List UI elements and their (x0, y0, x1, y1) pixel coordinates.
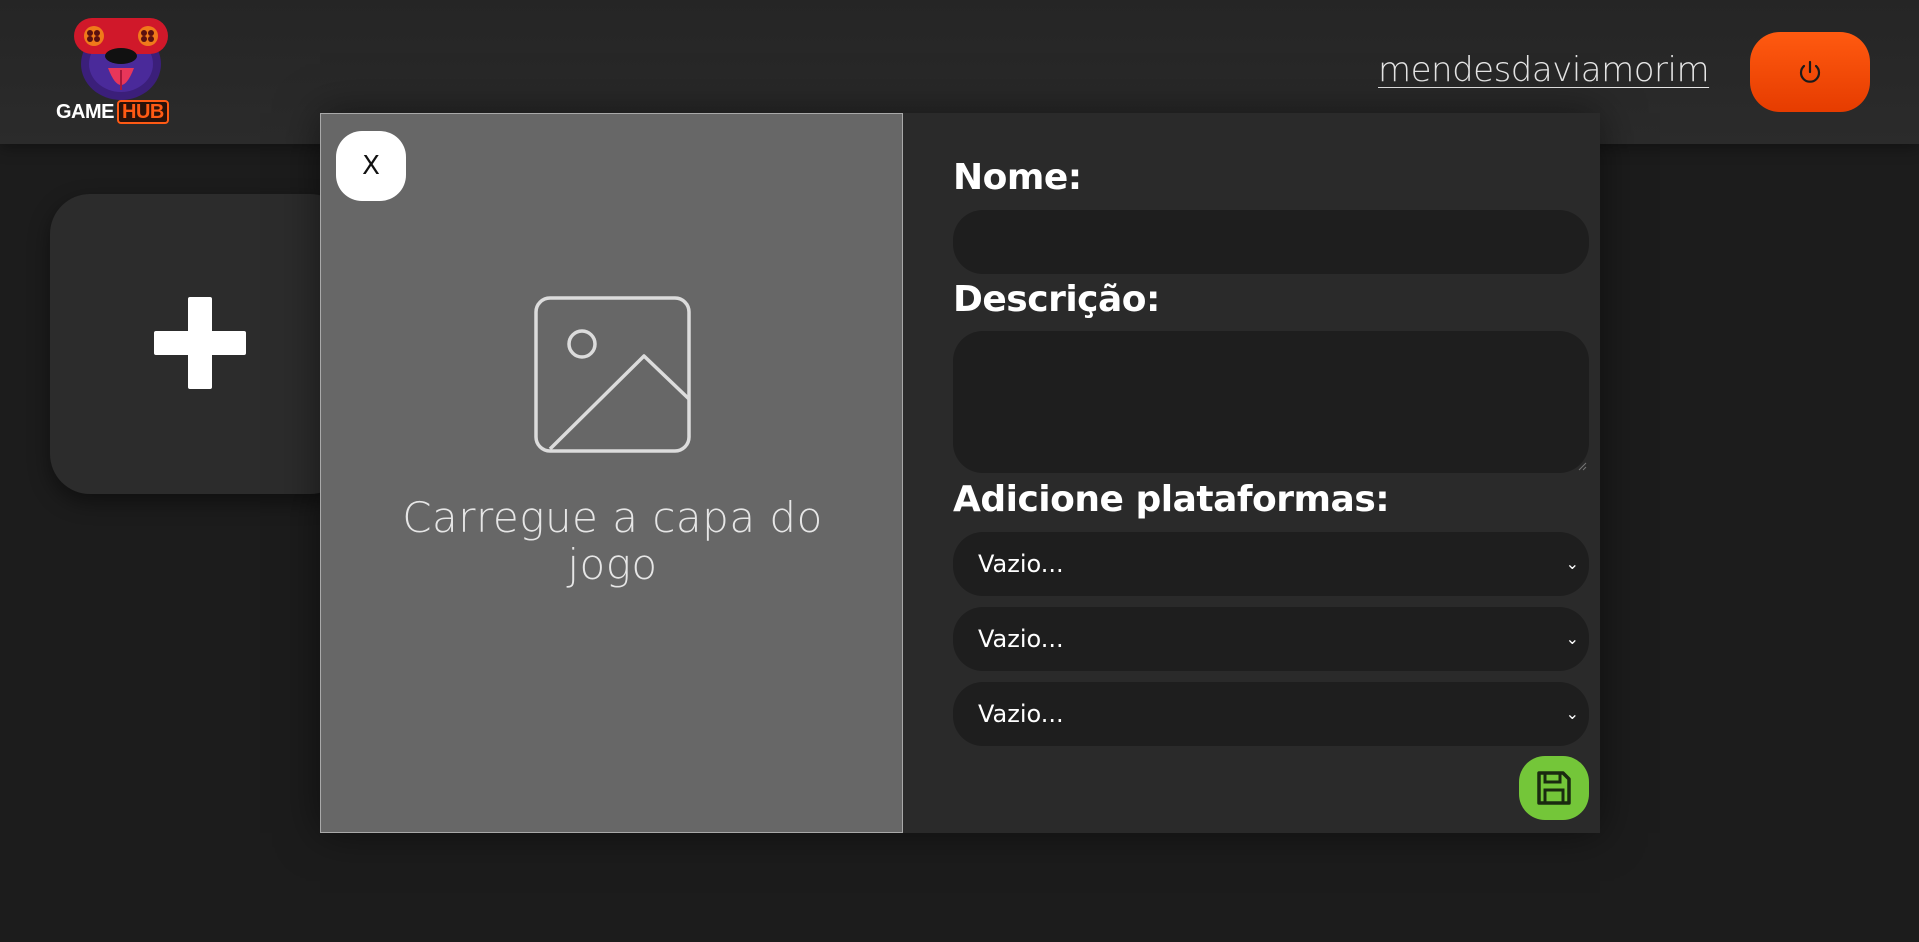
platform-select-2[interactable]: Vazio... ⌄ (953, 607, 1589, 671)
platform-select-value: Vazio... (978, 550, 1064, 578)
logo-wordmark: GAME HUB (56, 100, 169, 124)
name-input[interactable] (953, 210, 1589, 274)
name-label: Nome: (953, 157, 1082, 198)
save-button[interactable] (1519, 756, 1589, 820)
game-form: Nome: Descrição: Adicione plataformas: V… (903, 113, 1600, 833)
chevron-down-icon: ⌄ (1565, 629, 1579, 648)
image-placeholder-icon (534, 296, 691, 453)
platform-select-value: Vazio... (978, 700, 1064, 728)
description-textarea[interactable] (953, 331, 1589, 473)
power-icon (1799, 60, 1821, 83)
platform-select-value: Vazio... (978, 625, 1064, 653)
chevron-down-icon: ⌄ (1565, 704, 1579, 723)
platform-select-3[interactable]: Vazio... ⌄ (953, 682, 1589, 746)
dog-controller-icon (74, 18, 168, 100)
floppy-disk-icon (1537, 771, 1571, 805)
add-game-card[interactable] (50, 194, 350, 494)
logo-word-hub: HUB (117, 100, 169, 124)
cover-upload-area[interactable]: X Carregue a capa do jogo (320, 113, 903, 833)
chevron-down-icon: ⌄ (1565, 554, 1579, 573)
gamehub-logo[interactable]: GAME HUB (54, 12, 176, 130)
close-button[interactable]: X (336, 131, 406, 201)
logout-button[interactable] (1750, 32, 1870, 112)
username-link[interactable]: mendesdaviamorim (1378, 50, 1710, 90)
upload-cover-text: Carregue a capa do jogo (402, 493, 823, 589)
logo-word-game: GAME (56, 100, 115, 123)
description-label: Descrição: (953, 279, 1160, 320)
resize-grip-icon[interactable] (1577, 461, 1587, 471)
platforms-label: Adicione plataformas: (953, 479, 1390, 520)
add-game-modal: X Carregue a capa do jogo Nome: Descriçã… (320, 113, 1600, 833)
platform-select-1[interactable]: Vazio... ⌄ (953, 532, 1589, 596)
